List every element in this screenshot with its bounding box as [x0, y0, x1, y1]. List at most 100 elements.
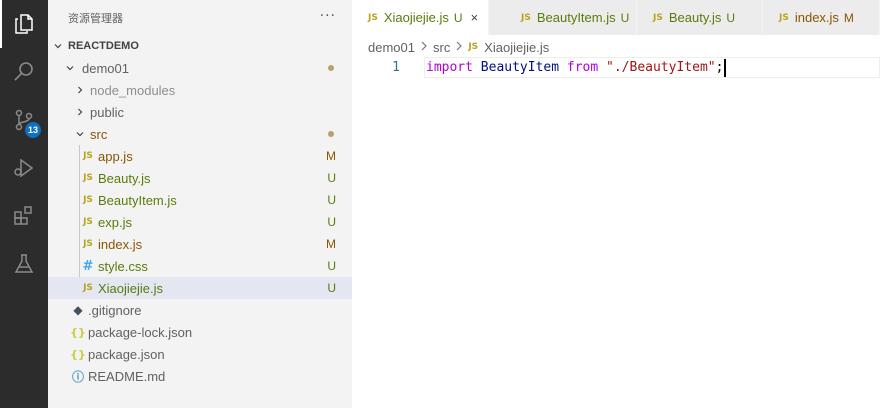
breadcrumb-item[interactable]: src: [433, 40, 450, 55]
git-status: U: [327, 259, 336, 273]
keyword-token: from: [566, 60, 599, 75]
text-cursor: [724, 58, 727, 77]
tab-label: BeautyItem.js: [536, 10, 616, 25]
js-file-icon: JS: [468, 42, 479, 52]
json-file-icon: {}: [70, 325, 86, 339]
tab-git-status: M: [843, 10, 854, 25]
file-package-lock-json[interactable]: {} package-lock.json: [48, 321, 352, 343]
tab-beauty[interactable]: JS Beauty.js U: [637, 0, 763, 35]
string-token: "./BeautyItem": [606, 60, 716, 75]
tab-bar: JS Xiaojiejie.js U × JS BeautyItem.js U …: [352, 0, 880, 35]
folder-label: node_modules: [90, 82, 176, 98]
testing-icon[interactable]: [0, 240, 48, 288]
file-label: Beauty.js: [98, 170, 151, 186]
folder-public[interactable]: public: [48, 101, 352, 123]
file-xiaojiejie-js[interactable]: JS Xiaojiejie.js U: [48, 277, 352, 299]
file-label: .gitignore: [88, 302, 142, 318]
js-file-icon: JS: [521, 12, 531, 23]
file-gitignore[interactable]: ◆ .gitignore: [48, 299, 352, 321]
js-file-icon: JS: [83, 217, 93, 227]
tab-git-status: U: [726, 10, 736, 25]
folder-node-modules[interactable]: node_modules: [48, 79, 352, 101]
file-readme-md[interactable]: ⓘ README.md: [48, 365, 352, 387]
file-label: index.js: [98, 236, 143, 252]
chevron-right-icon: [420, 41, 428, 54]
git-status: M: [326, 149, 336, 163]
keyword-token: import: [426, 60, 473, 75]
file-app-js[interactable]: JS app.js M: [48, 145, 352, 167]
git-file-icon: ◆: [73, 303, 83, 317]
more-actions-icon[interactable]: ···: [320, 9, 336, 23]
file-label: README.md: [88, 368, 166, 384]
editor-area: JS Xiaojiejie.js U × JS BeautyItem.js U …: [352, 0, 880, 408]
file-beautyitem-js[interactable]: JS BeautyItem.js U: [48, 189, 352, 211]
json-file-icon: {}: [70, 347, 86, 361]
file-label: BeautyItem.js: [98, 192, 177, 208]
close-icon[interactable]: ×: [471, 10, 479, 25]
tab-beautyitem[interactable]: JS BeautyItem.js U: [489, 0, 637, 35]
breadcrumb: demo01 src JS Xiaojiejie.js: [368, 37, 549, 57]
run-debug-icon[interactable]: [0, 144, 48, 192]
file-style-css[interactable]: # style.css U: [48, 255, 352, 277]
js-file-icon: JS: [83, 173, 93, 183]
activity-bar: 13: [0, 0, 48, 408]
tab-git-status: U: [620, 10, 630, 25]
file-label: package.json: [88, 346, 165, 362]
chevron-right-icon: [455, 41, 463, 54]
code-text[interactable]: import BeautyItem from "./BeautyItem";: [426, 57, 727, 79]
git-status: U: [327, 171, 336, 185]
sidebar-header: 资源管理器 ···: [48, 0, 352, 35]
workspace-root[interactable]: REACTDEMO: [48, 35, 352, 57]
tab-label: Xiaojiejie.js: [383, 10, 449, 25]
info-file-icon: ⓘ: [71, 369, 84, 384]
source-control-badge: 13: [25, 122, 41, 138]
css-file-icon: #: [82, 258, 94, 274]
tab-git-status: U: [453, 10, 463, 25]
chevron-right-icon: [74, 101, 86, 123]
breadcrumb-item[interactable]: Xiaojiejie.js: [484, 40, 549, 55]
line-number: 1: [392, 60, 400, 75]
js-file-icon: JS: [83, 151, 93, 161]
git-status: U: [327, 193, 336, 207]
file-label: package-lock.json: [88, 324, 193, 340]
js-file-icon: JS: [368, 12, 378, 23]
tab-label: Beauty.js: [668, 10, 722, 25]
source-control-icon[interactable]: [0, 96, 48, 144]
code-line[interactable]: 1 import BeautyItem from "./BeautyItem";: [352, 57, 880, 79]
search-icon[interactable]: [0, 48, 48, 96]
chevron-down-icon: [64, 57, 76, 79]
file-exp-js[interactable]: JS exp.js U: [48, 211, 352, 233]
workspace-label: REACTDEMO: [68, 40, 139, 52]
file-label: app.js: [98, 148, 133, 164]
punctuation-token: ;: [715, 60, 724, 75]
sidebar-title: 资源管理器: [68, 12, 123, 25]
js-file-icon: JS: [779, 12, 789, 23]
explorer-sidebar: 资源管理器 ··· REACTDEMO demo01 node_modules …: [48, 0, 352, 408]
folder-src[interactable]: src: [48, 123, 352, 145]
git-status: U: [327, 281, 336, 295]
tab-index[interactable]: JS index.js M: [763, 0, 880, 35]
folder-label: src: [90, 126, 108, 142]
js-file-icon: JS: [653, 12, 663, 23]
tab-label: index.js: [794, 10, 839, 25]
js-file-icon: JS: [83, 239, 93, 249]
file-label: Xiaojiejie.js: [98, 280, 164, 296]
file-beauty-js[interactable]: JS Beauty.js U: [48, 167, 352, 189]
modified-dot: [328, 131, 334, 137]
js-file-icon: JS: [83, 283, 93, 293]
file-index-js[interactable]: JS index.js M: [48, 233, 352, 255]
breadcrumb-item[interactable]: demo01: [368, 40, 415, 55]
extensions-icon[interactable]: [0, 192, 48, 240]
file-label: exp.js: [98, 214, 132, 230]
folder-demo01[interactable]: demo01: [48, 57, 352, 79]
folder-label: public: [90, 104, 124, 120]
file-label: style.css: [98, 258, 148, 274]
tab-xiaojiejie[interactable]: JS Xiaojiejie.js U ×: [352, 0, 489, 35]
explorer-icon[interactable]: [0, 0, 48, 48]
chevron-down-icon: [52, 35, 64, 57]
git-status: M: [326, 237, 336, 251]
file-package-json[interactable]: {} package.json: [48, 343, 352, 365]
chevron-down-icon: [74, 123, 86, 145]
identifier-token: BeautyItem: [472, 60, 567, 75]
